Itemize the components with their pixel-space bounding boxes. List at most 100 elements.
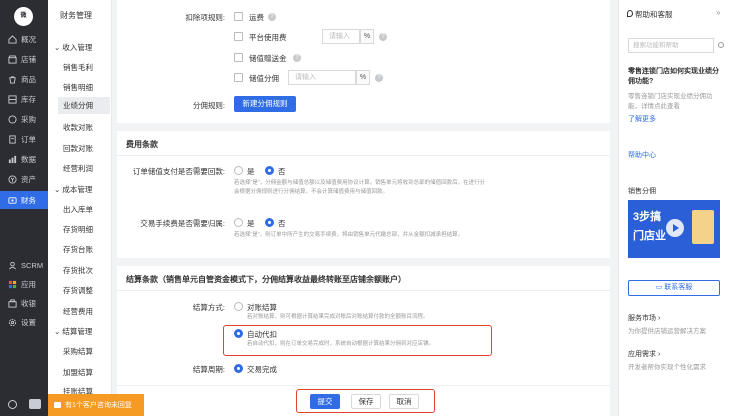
nav-item-label: SCRM [21, 260, 44, 270]
subnav-group-cost[interactable]: ⌄ 成本管理 [54, 184, 92, 195]
contact-service-button[interactable]: ▭ 联系客服 [628, 280, 720, 296]
stored-value-commission-input[interactable]: 请输入 [288, 70, 356, 85]
goods-icon [8, 75, 17, 84]
cancel-button[interactable]: 取消 [389, 394, 419, 409]
subnav-item[interactable]: 加盟结算 [63, 367, 93, 378]
nav-item-label: 库存 [21, 94, 36, 104]
service-market-desc: 为你提供店铺运营解决方案 [628, 328, 706, 335]
stored-value-bonus-label: 储值赠送金 [249, 54, 287, 63]
shop-logo[interactable]: 微 [14, 7, 33, 26]
left-navigation: 微 概况 店铺 商品 库存 采购 订单 数据 资产 财务 SCRM 应用 收银 … [0, 0, 48, 416]
commission-rules-label: 分佣规则: [192, 101, 225, 110]
stored-payment-return-label: 订单储值支付是否需要回款: [132, 167, 225, 176]
reconcile-note: 若对账结算，则可根据计算结果完成对账后对账结算付款的全额账目流程。 [247, 314, 429, 320]
nav-item-label: 商品 [21, 74, 36, 84]
nav-item-goods[interactable]: 商品 [0, 70, 48, 88]
main-content: 扣除项规则: 运费 ? 平台使用费 请输入 % ? 储值赠送金 ? 储值分佣 请… [117, 0, 610, 416]
stored-return-yes-radio[interactable] [234, 166, 243, 175]
stored-return-no-radio[interactable] [265, 166, 274, 175]
chat-bubble-icon [54, 402, 61, 408]
section-divider [117, 123, 610, 131]
store-icon [8, 54, 17, 64]
toast-text: 有1个客户咨询未回复 [65, 402, 132, 409]
subnav-item[interactable]: 出入库单 [63, 204, 93, 215]
nav-item-label: 数据 [21, 154, 36, 164]
nav-item-data[interactable]: 数据 [0, 150, 48, 168]
app-request-desc: 开发者帮你实现个性化需求 [628, 364, 706, 371]
cashier-icon [8, 298, 17, 308]
nav-item-scrm[interactable]: SCRM [0, 256, 48, 274]
service-market-link[interactable]: 服务市场 › [628, 313, 660, 323]
learn-more-link[interactable]: 了解更多 [628, 114, 656, 124]
help-icon[interactable]: ? [379, 33, 387, 41]
stored-value-commission-checkbox[interactable] [234, 73, 243, 82]
subnav-item[interactable]: 存货调整 [63, 285, 93, 296]
unread-consult-toast[interactable]: 有1个客户咨询未回复 [48, 394, 144, 416]
home-icon [8, 34, 17, 44]
stored-value-bonus-checkbox[interactable] [234, 53, 243, 62]
freight-checkbox[interactable] [234, 12, 243, 21]
help-icon[interactable]: ? [375, 74, 383, 82]
auto-deduct-radio[interactable] [234, 329, 243, 338]
collapse-icon[interactable]: » [716, 8, 720, 17]
subnav-group-label: 收入管理 [62, 43, 93, 52]
stored-return-note: 若选择“是”，分佣金额与储值总额以及储值费用协议计算。销售单元将收到总部的储值回… [234, 180, 484, 186]
chat-icon[interactable] [29, 399, 41, 409]
nav-item-finance[interactable]: 财务 [0, 191, 48, 209]
fee-attribution-yes-radio[interactable] [234, 218, 243, 227]
subnav-item[interactable]: 存货批次 [63, 265, 93, 276]
platform-fee-checkbox[interactable] [234, 32, 243, 41]
help-icon[interactable]: ? [268, 13, 276, 21]
nav-item-store[interactable]: 店铺 [0, 50, 48, 68]
save-button[interactable]: 保存 [351, 394, 381, 409]
subnav-item[interactable]: 销售明细 [63, 82, 93, 93]
nav-item-cashier[interactable]: 收银 [0, 294, 48, 312]
help-icon[interactable]: ? [293, 54, 301, 62]
subnav-item[interactable]: 经营费用 [63, 306, 93, 317]
stored-value-commission-label: 储值分佣 [249, 74, 279, 83]
new-commission-rule-button[interactable]: 新建分佣规则 [234, 96, 296, 112]
help-center-link[interactable]: 帮助中心 [628, 150, 656, 160]
subnav-item[interactable]: 采购结算 [63, 346, 93, 357]
search-icon[interactable] [718, 42, 724, 48]
subnav-item[interactable]: 经营利润 [63, 163, 93, 174]
nav-item-asset[interactable]: 资产 [0, 170, 48, 188]
bottom-tool-bar [0, 394, 48, 416]
subnav-item[interactable]: 收款对账 [63, 122, 93, 133]
nav-item-label: 订单 [21, 134, 36, 144]
headset-icon: ▭ [655, 284, 665, 291]
app-request-link[interactable]: 应用需求 › [628, 349, 660, 359]
submit-button[interactable]: 提交 [310, 394, 340, 409]
nav-item-inventory[interactable]: 库存 [0, 90, 48, 108]
help-search-input[interactable]: 搜索功能和帮助 [628, 38, 714, 53]
search-icon[interactable] [8, 400, 17, 409]
nav-item-overview[interactable]: 概况 [0, 30, 48, 48]
nav-item-purchase[interactable]: 采购 [0, 110, 48, 128]
platform-fee-input[interactable]: 请输入 [322, 29, 360, 44]
video-caption-2: 门店业 [633, 230, 666, 242]
nav-item-apps[interactable]: 应用 [0, 275, 48, 293]
video-title: 销售分佣 [628, 188, 656, 195]
subnav-title: 财务管理 [60, 11, 92, 20]
radio-label: 交易完成 [247, 365, 277, 374]
subnav-item-active[interactable]: 业绩分佣 [58, 97, 110, 114]
nav-item-label: 采购 [21, 114, 36, 124]
subnav-group-settlement[interactable]: ⌄ 结算管理 [54, 326, 92, 337]
reconcile-settlement-radio[interactable] [234, 302, 243, 311]
fee-attribution-no-radio[interactable] [265, 218, 274, 227]
stored-value-commission-unit: % [356, 70, 370, 85]
purchase-icon [8, 114, 17, 124]
faq-desc-2: 能，详情点此查看 [628, 103, 680, 110]
subnav-item[interactable]: 销售毛利 [63, 62, 93, 73]
faq-title-2: 佣功能? [628, 78, 654, 85]
video-thumbnail[interactable]: 3步搞 门店业 [628, 200, 720, 258]
play-triangle [673, 224, 679, 232]
subnav-item[interactable]: 存货台账 [63, 244, 93, 255]
deduct-rules-label: 扣除项规则: [185, 13, 225, 22]
transaction-complete-radio[interactable] [234, 364, 243, 373]
nav-item-order[interactable]: 订单 [0, 130, 48, 148]
subnav-item[interactable]: 存货明细 [63, 224, 93, 235]
nav-item-settings[interactable]: 设置 [0, 313, 48, 331]
subnav-item[interactable]: 回款对账 [63, 143, 93, 154]
subnav-group-income[interactable]: ⌄ 收入管理 [54, 42, 92, 53]
